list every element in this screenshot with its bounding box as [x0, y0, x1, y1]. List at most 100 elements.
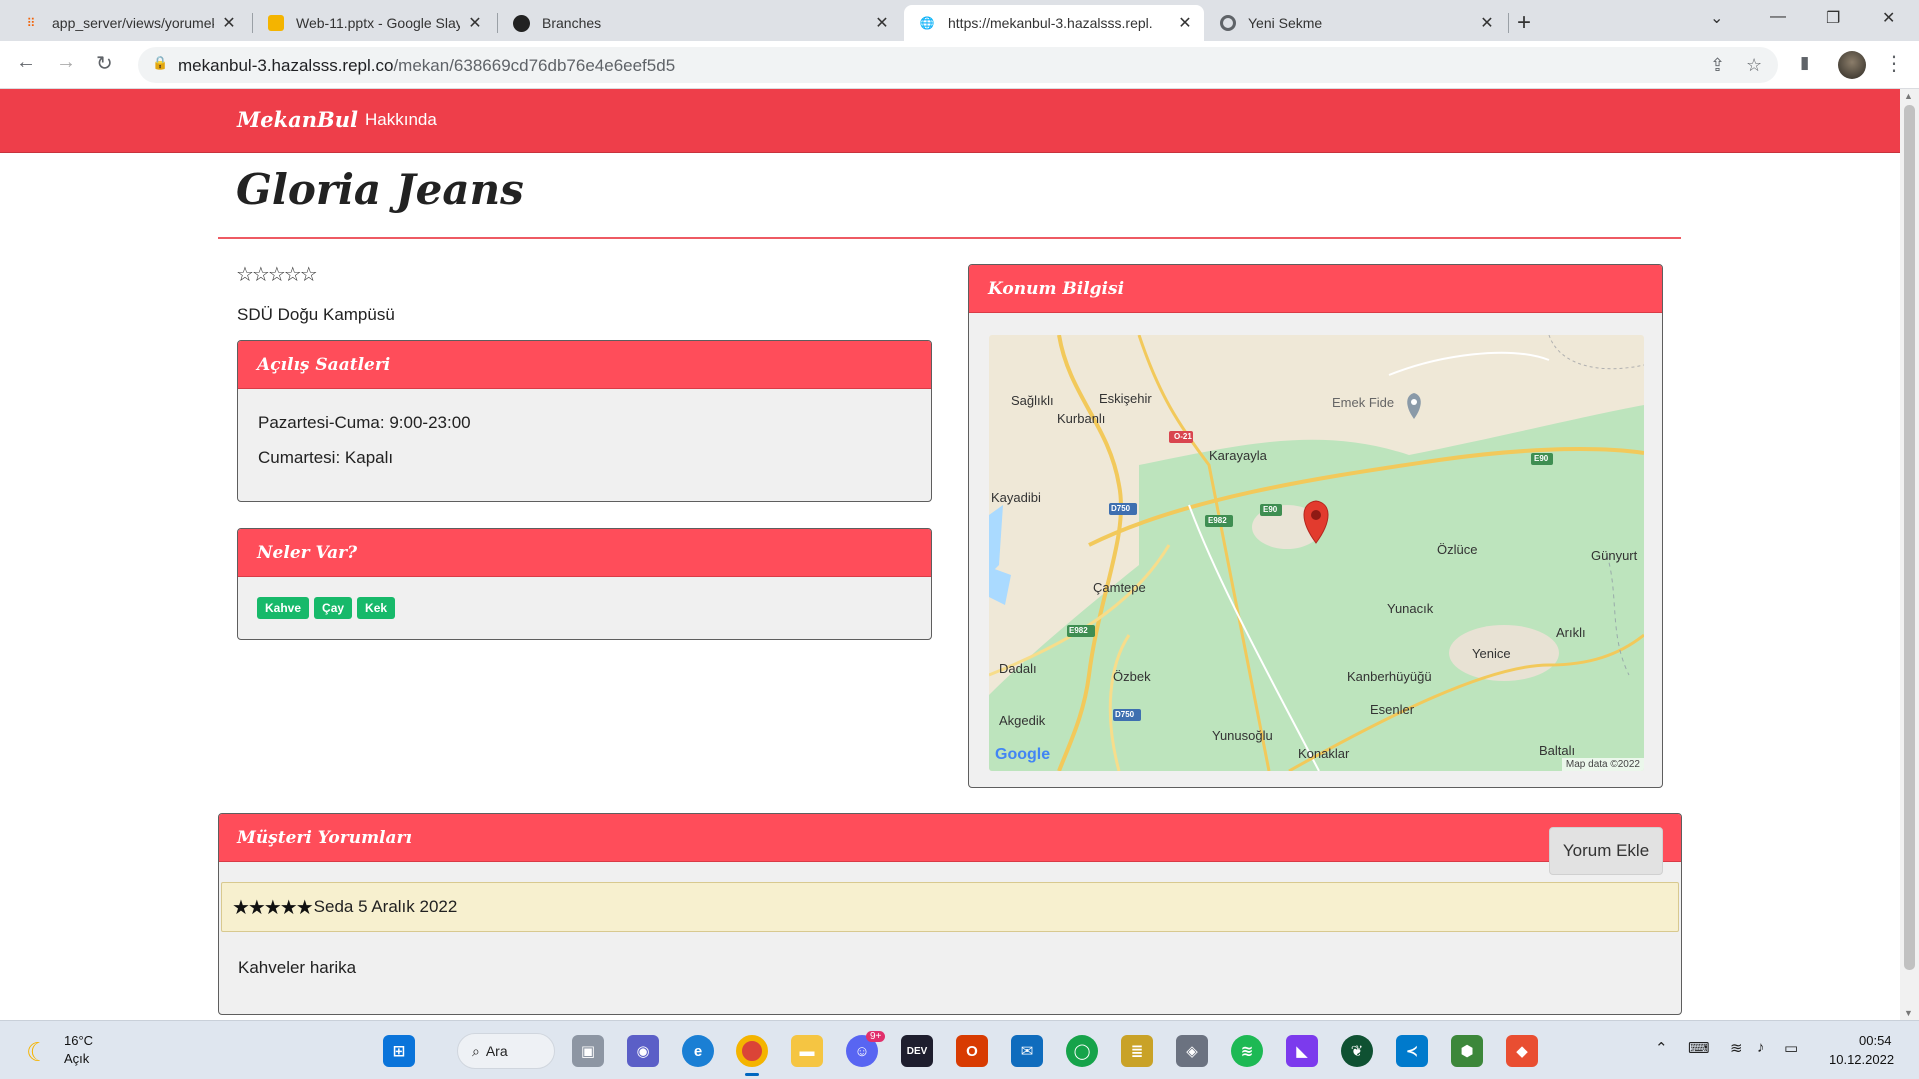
tab-replit[interactable]: ⠿ app_server/views/yorumekle.pug ✕	[8, 5, 248, 41]
window-close-icon[interactable]: ✕	[1882, 8, 1895, 28]
side-panel-icon[interactable]: ▮	[1800, 53, 1809, 73]
scroll-down-arrow-icon[interactable]: ▼	[1904, 1008, 1913, 1018]
lock-icon[interactable]: 🔒	[152, 55, 168, 71]
tab-mekanbul[interactable]: 🌐 https://mekanbul-3.hazalsss.repl. ✕	[904, 5, 1204, 41]
chrome-taskbar-icon[interactable]	[736, 1035, 768, 1067]
nodejs-icon[interactable]: ⬢	[1451, 1035, 1483, 1067]
task-view-icon[interactable]: ▣	[572, 1035, 604, 1067]
map-label: Konaklar	[1298, 746, 1350, 761]
office-icon[interactable]: O	[956, 1035, 988, 1067]
close-icon[interactable]: ✕	[220, 13, 238, 33]
road-label: D750	[1115, 710, 1135, 719]
site-brand[interactable]: MekanBul	[237, 107, 358, 132]
restore-icon[interactable]: ❐	[1826, 8, 1840, 28]
review-author-date: Seda 5 Aralık 2022	[313, 897, 458, 916]
keyboard-icon[interactable]: ⌨	[1688, 1039, 1710, 1057]
teams-chat-icon[interactable]: ◉	[627, 1035, 659, 1067]
mail-icon[interactable]: ✉	[1011, 1035, 1043, 1067]
git-icon[interactable]: ◆	[1506, 1035, 1538, 1067]
battery-icon[interactable]: ▭	[1784, 1039, 1798, 1057]
wifi-icon[interactable]: ≋	[1730, 1039, 1743, 1057]
tab-search-icon[interactable]: ⌄	[1710, 8, 1723, 28]
address-toolbar: ← → ↻ 🔒 mekanbul-3.hazalsss.repl.co/meka…	[0, 41, 1919, 89]
tab-github-branches[interactable]: Branches ✕	[499, 5, 901, 41]
hours-line: Cumartesi: Kapalı	[258, 448, 394, 467]
github-icon	[513, 14, 530, 32]
map-label: Kayadibi	[991, 490, 1041, 505]
file-explorer-icon[interactable]: ▬	[791, 1035, 823, 1067]
road-label: D750	[1111, 504, 1131, 513]
volume-icon[interactable]: ♪	[1757, 1039, 1765, 1056]
close-icon[interactable]: ✕	[1176, 13, 1194, 33]
clock-date[interactable]: 10.12.2022	[1829, 1052, 1894, 1067]
map-label: Yunacık	[1387, 601, 1434, 616]
windows-taskbar: ☾ 16°C Açık ⊞ ⌕ Ara ▣ ◉ e ▬ ☺ 9+ DEV O ✉…	[0, 1020, 1919, 1079]
url-text[interactable]: mekanbul-3.hazalsss.repl.co/mekan/638669…	[178, 56, 675, 76]
search-icon: ⌕	[472, 1042, 480, 1059]
reload-icon[interactable]: ↻	[96, 51, 113, 76]
map-attribution[interactable]: Map data ©2022	[1561, 758, 1644, 771]
virtualbox-icon[interactable]: ◈	[1176, 1035, 1208, 1067]
close-icon[interactable]: ✕	[466, 13, 484, 33]
features-panel: Neler Var? Kahve Çay Kek	[237, 528, 932, 640]
road-label: E90	[1263, 505, 1278, 514]
slides-icon	[268, 15, 284, 31]
map-label: Emek Fide	[1332, 395, 1395, 410]
google-logo: Google	[995, 746, 1051, 763]
map-label: Özlüce	[1437, 542, 1478, 557]
visual-studio-icon[interactable]: ◣	[1286, 1035, 1318, 1067]
mongodb-icon[interactable]: ❦	[1341, 1035, 1373, 1067]
page-scrollbar[interactable]: ▲ ▼	[1900, 89, 1919, 1020]
devhome-icon[interactable]: DEV	[901, 1035, 933, 1067]
tab-title: app_server/views/yorumekle.pug	[52, 15, 214, 31]
menu-kebab-icon[interactable]: ⋮	[1884, 51, 1904, 76]
forward-icon[interactable]: →	[56, 51, 76, 74]
moon-icon[interactable]: ☾	[26, 1037, 49, 1068]
map-label: Kanberhüyüğü	[1347, 669, 1432, 684]
notes-icon[interactable]: ≣	[1121, 1035, 1153, 1067]
xbox-icon[interactable]: ◯	[1066, 1035, 1098, 1067]
review-text: Kahveler harika	[238, 958, 357, 977]
minimize-icon[interactable]: —	[1770, 8, 1786, 26]
close-icon[interactable]: ✕	[873, 13, 891, 33]
road-label: E90	[1534, 454, 1549, 463]
profile-avatar[interactable]	[1838, 51, 1866, 79]
page-viewport: MekanBul Hakkında Gloria Jeans ☆☆☆☆☆ SDÜ…	[0, 89, 1900, 1020]
address-bar[interactable]: 🔒 mekanbul-3.hazalsss.repl.co/mekan/6386…	[138, 47, 1778, 83]
close-icon[interactable]: ✕	[1478, 13, 1496, 33]
chevron-up-icon[interactable]: ⌃	[1655, 1039, 1668, 1057]
nav-link-about[interactable]: Hakkında	[365, 110, 437, 130]
weather-temperature[interactable]: 16°C	[64, 1033, 93, 1048]
share-icon[interactable]: ⇪	[1710, 55, 1725, 76]
start-icon[interactable]: ⊞	[383, 1035, 415, 1067]
map-graphic	[989, 335, 1644, 771]
add-review-button[interactable]: Yorum Ekle	[1549, 827, 1663, 875]
map-label: Karayayla	[1209, 448, 1267, 463]
tab-separator	[497, 13, 498, 33]
tab-separator	[1508, 13, 1509, 33]
map-label: Kurbanlı	[1057, 411, 1106, 426]
tab-new-tab[interactable]: Yeni Sekme ✕	[1206, 5, 1506, 41]
title-divider	[218, 237, 1681, 239]
map-label: Eskişehir	[1099, 391, 1152, 406]
spotify-icon[interactable]: ≋	[1231, 1035, 1263, 1067]
taskbar-search[interactable]: ⌕ Ara	[457, 1033, 555, 1069]
notification-badge: 9+	[866, 1031, 886, 1042]
scrollbar-thumb[interactable]	[1904, 105, 1915, 970]
browser-tab-bar: ⠿ app_server/views/yorumekle.pug ✕ Web-1…	[0, 0, 1919, 41]
road-label: E982	[1069, 626, 1088, 635]
clock-time[interactable]: 00:54	[1859, 1033, 1892, 1048]
new-tab-button[interactable]: +	[1517, 9, 1531, 37]
edge-icon[interactable]: e	[682, 1035, 714, 1067]
scroll-up-arrow-icon[interactable]: ▲	[1904, 91, 1913, 101]
panel-heading: Neler Var?	[238, 529, 931, 577]
vscode-icon[interactable]: ≺	[1396, 1035, 1428, 1067]
feature-tags: Kahve Çay Kek	[238, 577, 931, 639]
weather-condition[interactable]: Açık	[64, 1051, 89, 1066]
back-icon[interactable]: ←	[16, 51, 36, 74]
location-map[interactable]: O-21 D750 E982 E90 E90 E982 D750 Sağlıkl…	[989, 335, 1644, 771]
bookmark-star-icon[interactable]: ☆	[1746, 55, 1762, 76]
map-label: Arıklı	[1556, 625, 1586, 640]
opening-hours-panel: Açılış Saatleri Pazartesi-Cuma: 9:00-23:…	[237, 340, 932, 502]
tab-google-slides[interactable]: Web-11.pptx - Google Slaytlar ✕	[254, 5, 494, 41]
